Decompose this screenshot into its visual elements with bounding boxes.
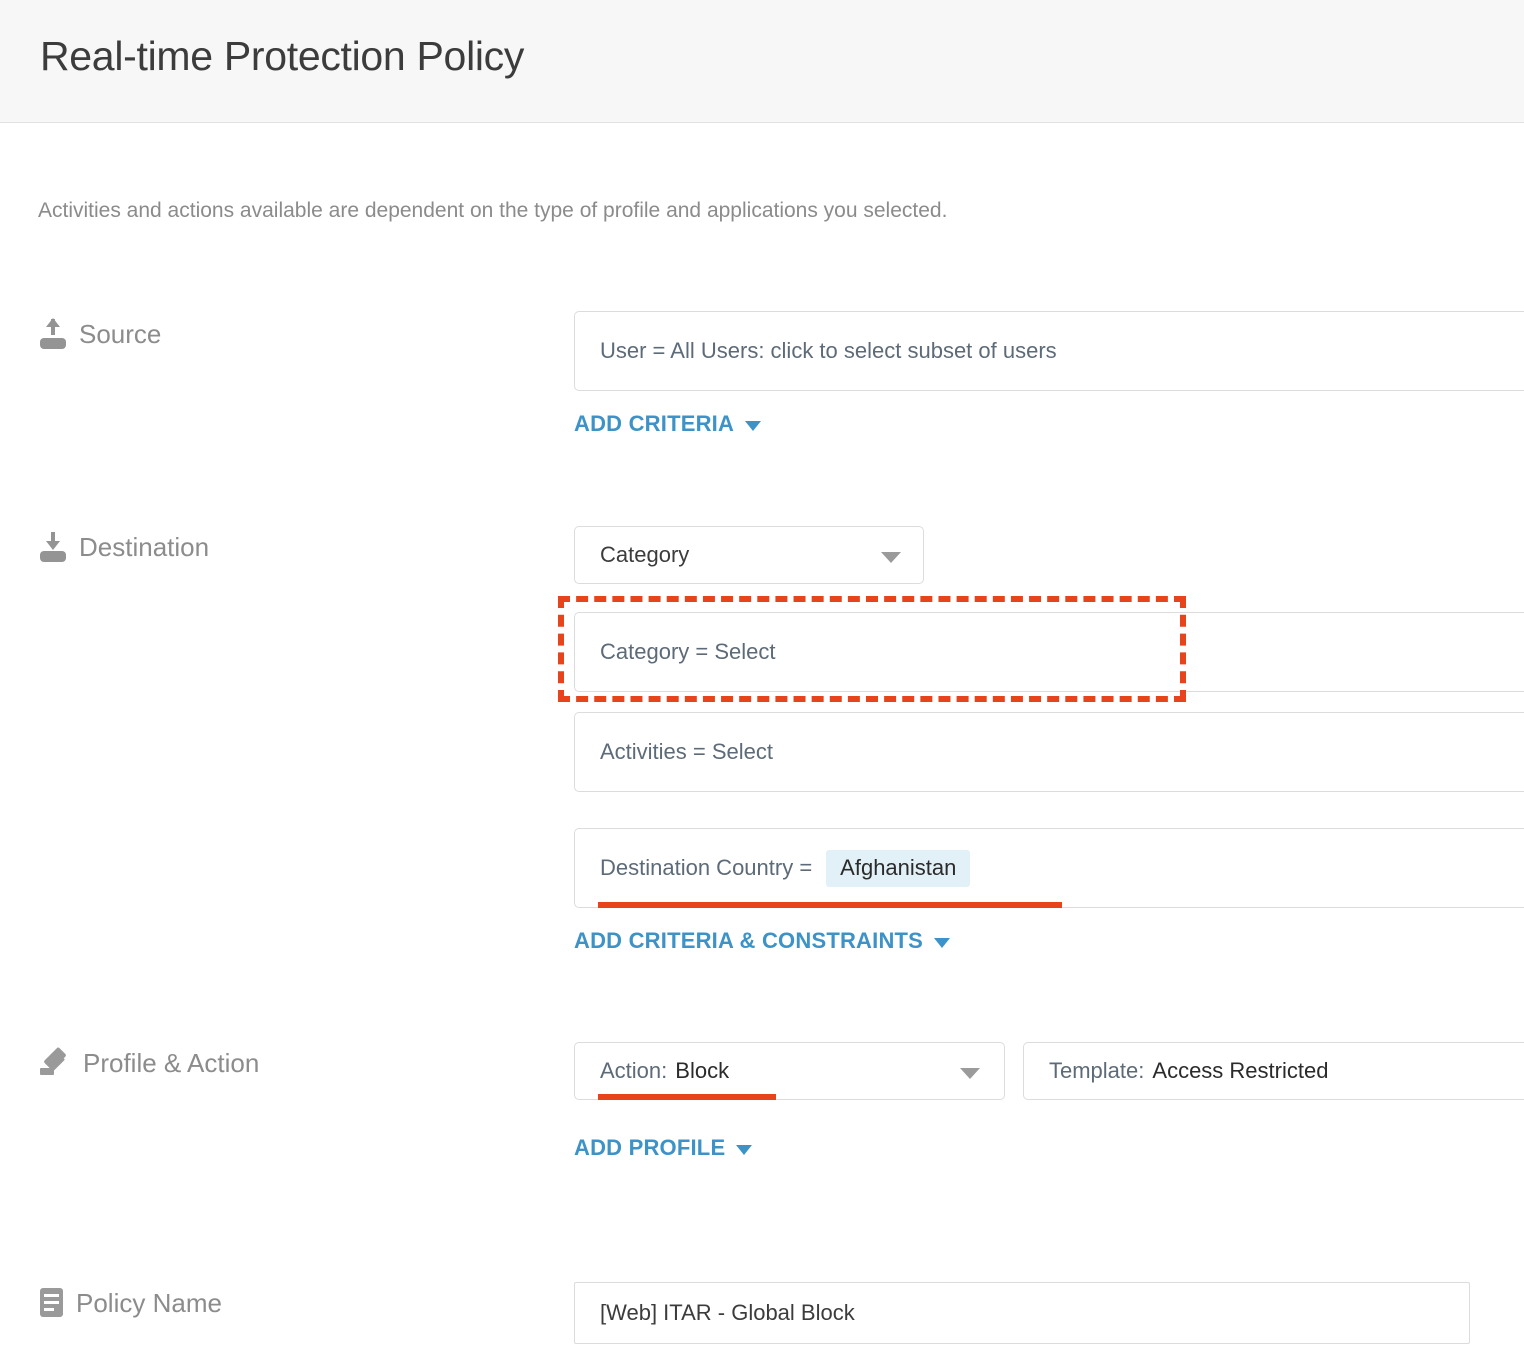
highlight-underline-action xyxy=(598,1094,776,1100)
source-user-field[interactable]: User = All Users: click to select subset… xyxy=(574,311,1524,391)
chevron-down-icon xyxy=(934,938,951,948)
realtime-protection-policy-page: Real-time Protection Policy Activities a… xyxy=(0,0,1524,1368)
section-label-destination-text: Destination xyxy=(79,532,210,562)
source-user-value: User = All Users: click to select subset… xyxy=(600,338,1057,363)
section-label-profile-action: Profile & Action xyxy=(40,1046,260,1078)
chevron-down-icon xyxy=(881,552,901,563)
chevron-down-icon xyxy=(960,1068,980,1079)
action-dropdown[interactable]: Action: Block xyxy=(574,1042,1005,1100)
page-title: Real-time Protection Policy xyxy=(40,33,525,79)
section-label-policy-name-text: Policy Name xyxy=(76,1288,222,1318)
criteria-field-category-value: Category = Select xyxy=(600,639,776,664)
policy-name-value: [Web] ITAR - Global Block xyxy=(600,1300,855,1325)
page-header: Real-time Protection Policy xyxy=(0,0,1524,123)
section-label-source-text: Source xyxy=(79,319,162,349)
destination-country-chip[interactable]: Afghanistan xyxy=(826,849,971,887)
document-icon xyxy=(40,1288,63,1317)
add-criteria-source-link[interactable]: ADD CRITERIA xyxy=(574,411,762,437)
add-profile-label: ADD PROFILE xyxy=(574,1135,726,1160)
highlight-underline-destination-country xyxy=(598,902,1062,908)
destination-type-dropdown[interactable]: Category xyxy=(574,526,924,584)
upload-icon xyxy=(40,317,66,349)
section-label-destination: Destination xyxy=(40,531,209,562)
template-value: Access Restricted xyxy=(1152,1058,1329,1083)
add-criteria-constraints-label: ADD CRITERIA & CONSTRAINTS xyxy=(574,928,924,953)
destination-type-value: Category xyxy=(600,542,690,567)
section-label-profile-action-text: Profile & Action xyxy=(83,1048,260,1078)
criteria-field-activities-value: Activities = Select xyxy=(600,739,774,764)
policy-name-input[interactable]: [Web] ITAR - Global Block xyxy=(574,1282,1470,1344)
section-label-policy-name: Policy Name xyxy=(40,1287,222,1318)
chevron-down-icon xyxy=(745,421,762,431)
action-value: Block xyxy=(675,1058,730,1083)
section-label-source: Source xyxy=(40,317,162,349)
gavel-icon xyxy=(40,1046,70,1077)
criteria-field-destination-country[interactable]: Destination Country = Afghanistan xyxy=(574,828,1524,908)
chevron-down-icon xyxy=(736,1145,753,1155)
criteria-field-activities[interactable]: Activities = Select xyxy=(574,712,1524,792)
add-criteria-source-label: ADD CRITERIA xyxy=(574,411,735,436)
download-icon xyxy=(40,531,66,562)
template-field[interactable]: Template: Access Restricted xyxy=(1023,1042,1524,1100)
add-profile-link[interactable]: ADD PROFILE xyxy=(574,1135,753,1161)
action-label: Action: xyxy=(600,1058,668,1083)
criteria-field-category[interactable]: Category = Select xyxy=(574,612,1524,692)
page-description: Activities and actions available are dep… xyxy=(38,199,948,222)
template-label: Template: xyxy=(1049,1058,1145,1083)
destination-country-label: Destination Country = xyxy=(600,855,813,880)
add-criteria-constraints-link[interactable]: ADD CRITERIA & CONSTRAINTS xyxy=(574,928,951,954)
